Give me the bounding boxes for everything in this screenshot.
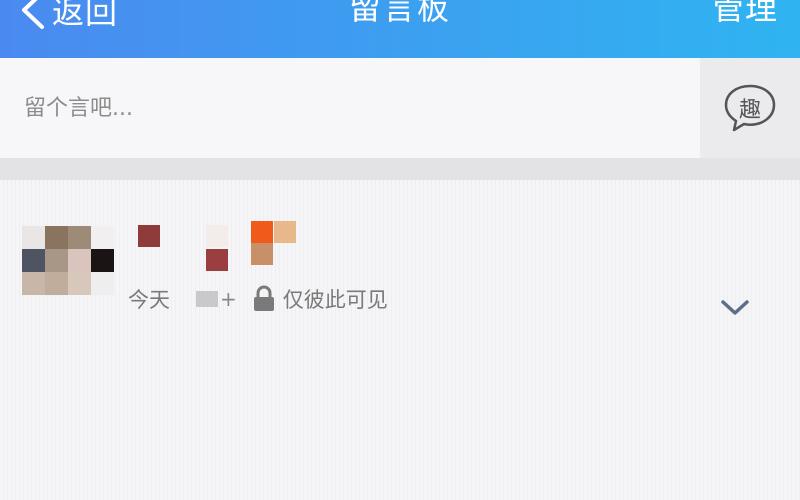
manage-button[interactable]: 管理 [712, 0, 778, 29]
page-title: 留言板 [348, 0, 451, 27]
fun-button[interactable]: 趣 [700, 58, 800, 158]
fun-button-label: 趣 [738, 98, 761, 123]
speech-bubble-icon: 趣 [722, 83, 778, 133]
compose-bar: 趣 [0, 58, 800, 158]
meta-separator: + [220, 287, 237, 311]
section-divider [0, 158, 800, 180]
message-list: 今天 + 仅彼此可见 [0, 180, 800, 500]
avatar[interactable] [22, 226, 114, 306]
user-name[interactable] [136, 221, 306, 271]
message-time: 今天 [128, 288, 170, 312]
lock-icon [253, 285, 274, 311]
list-item[interactable]: 今天 + 仅彼此可见 [0, 210, 800, 320]
message-input[interactable] [0, 58, 700, 158]
top-nav-bar: 返回 留言板 管理 [0, 0, 800, 58]
blurred-text [196, 291, 218, 307]
message-meta: 今天 + 仅彼此可见 [128, 284, 388, 314]
visibility-label: 仅彼此可见 [282, 288, 388, 312]
chevron-down-icon[interactable] [718, 296, 752, 320]
